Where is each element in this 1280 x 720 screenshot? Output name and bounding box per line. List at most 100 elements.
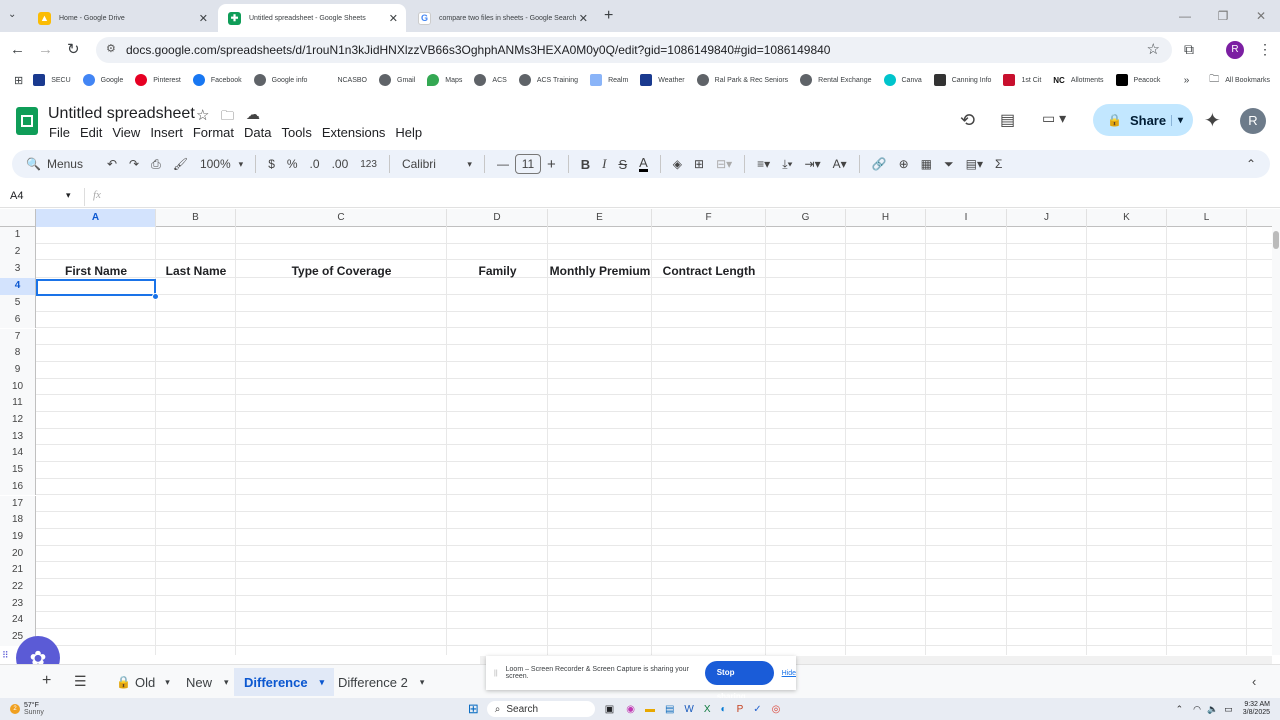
bookmark-star-icon[interactable]: ☆ bbox=[1147, 40, 1160, 58]
vertical-align-icon[interactable]: ⤓▾ bbox=[782, 157, 792, 172]
bookmark-weather[interactable]: Weather bbox=[640, 74, 685, 86]
font-select[interactable]: Calibri ▾ bbox=[402, 157, 472, 171]
text-wrap-icon[interactable]: ⇥▾ bbox=[805, 157, 821, 171]
edge-icon[interactable]: ◐ bbox=[721, 704, 727, 715]
sheet-tab-new[interactable]: New ▾ bbox=[176, 668, 239, 696]
horizontal-align-icon[interactable]: ≡▾ bbox=[757, 157, 770, 171]
bookmark-gmail[interactable]: Gmail bbox=[379, 74, 415, 86]
column-header-d[interactable]: D bbox=[447, 209, 548, 227]
header-cell-type-of-coverage[interactable]: Type of Coverage bbox=[236, 263, 447, 279]
weather-widget[interactable]: 2 57°F Sunny bbox=[10, 702, 44, 716]
window-close-icon[interactable]: ✕ bbox=[1242, 0, 1280, 32]
browser-tab-drive[interactable]: ▲ Home - Google Drive ✕ bbox=[28, 4, 216, 32]
chevron-down-icon[interactable]: ▾ bbox=[320, 677, 325, 688]
row-header[interactable]: 16 bbox=[0, 478, 36, 496]
grid-row[interactable]: 19 bbox=[0, 528, 1272, 546]
decrease-decimal-button[interactable]: .0 bbox=[310, 157, 320, 171]
volume-icon[interactable]: 🔈 bbox=[1207, 704, 1218, 715]
menu-view[interactable]: View bbox=[112, 125, 140, 140]
column-header-h[interactable]: H bbox=[846, 209, 926, 227]
version-history-icon[interactable]: ⟲ bbox=[960, 110, 975, 131]
cell-grid[interactable]: 1 2 3 4 5 6 7 8 9 10 11 12 13 14 15 16 17 18 19 20 21 22 23 24 2… bbox=[0, 227, 1272, 655]
row-header[interactable]: 10 bbox=[0, 378, 36, 396]
row-header[interactable]: 15 bbox=[0, 462, 36, 479]
column-header-l[interactable]: L bbox=[1167, 209, 1247, 227]
extensions-icon[interactable]: ⧉ bbox=[1184, 41, 1194, 58]
selected-cell-a4[interactable] bbox=[36, 279, 156, 296]
row-header[interactable]: 14 bbox=[0, 445, 36, 463]
bookmark-canva[interactable]: Canva bbox=[883, 74, 922, 86]
column-header-b[interactable]: B bbox=[156, 209, 236, 227]
number-format-button[interactable]: 123 bbox=[360, 159, 377, 170]
bookmark-facebook[interactable]: Facebook bbox=[192, 74, 242, 86]
column-header-k[interactable]: K bbox=[1087, 209, 1167, 227]
file-explorer-icon[interactable]: ▬ bbox=[645, 704, 655, 715]
sheet-tab-difference[interactable]: Difference ▾ bbox=[234, 668, 335, 696]
merge-cells-icon[interactable]: ⊟▾ bbox=[716, 157, 732, 171]
row-header[interactable]: 3 bbox=[0, 260, 36, 279]
percent-button[interactable]: % bbox=[287, 157, 298, 171]
drag-grip-icon[interactable]: || bbox=[494, 670, 498, 677]
forward-icon[interactable]: → bbox=[38, 42, 53, 58]
strikethrough-icon[interactable]: S bbox=[618, 157, 627, 172]
grid-row[interactable]: 7 bbox=[0, 328, 1272, 346]
menu-extensions[interactable]: Extensions bbox=[322, 125, 386, 140]
row-header[interactable]: 9 bbox=[0, 361, 36, 379]
collapse-toolbar-icon[interactable]: ⌃ bbox=[1246, 157, 1256, 171]
menu-data[interactable]: Data bbox=[244, 125, 271, 140]
text-color-icon[interactable]: A bbox=[639, 156, 648, 172]
header-cell-family[interactable]: Family bbox=[447, 263, 548, 279]
share-button[interactable]: 🔒 Share ▾ bbox=[1093, 104, 1193, 136]
row-header[interactable]: 22 bbox=[0, 579, 36, 596]
grid-row[interactable]: 9 bbox=[0, 361, 1272, 379]
chevron-down-icon[interactable]: ▾ bbox=[165, 677, 170, 688]
row-header[interactable]: 23 bbox=[0, 595, 36, 613]
grid-row[interactable]: 10 bbox=[0, 378, 1272, 396]
column-header-i[interactable]: I bbox=[926, 209, 1007, 227]
header-cell-first-name[interactable]: First Name bbox=[36, 263, 156, 279]
bookmark-pinterest[interactable]: Pinterest bbox=[135, 74, 181, 86]
browser-tab-search[interactable]: G compare two files in sheets - Google S… bbox=[408, 4, 596, 32]
close-icon[interactable]: ✕ bbox=[579, 12, 588, 25]
row-header[interactable]: 12 bbox=[0, 412, 36, 429]
functions-icon[interactable]: Σ bbox=[995, 157, 1002, 171]
task-view-icon[interactable]: ▣ bbox=[605, 704, 614, 715]
print-icon[interactable]: ⎙ bbox=[151, 157, 161, 172]
header-cell-contract-length[interactable]: Contract Length bbox=[652, 263, 766, 279]
copilot-icon[interactable]: ◉ bbox=[626, 704, 635, 715]
row-header[interactable]: 24 bbox=[0, 612, 36, 630]
filter-views-icon[interactable]: ▤▾ bbox=[966, 157, 983, 171]
star-icon[interactable]: ☆ bbox=[196, 106, 209, 124]
increase-decimal-button[interactable]: .00 bbox=[332, 157, 349, 171]
bookmark-canning-info[interactable]: Canning Info bbox=[933, 74, 991, 86]
select-all-corner[interactable] bbox=[0, 209, 36, 227]
insert-link-icon[interactable]: 🔗 bbox=[872, 157, 887, 171]
column-header-c[interactable]: C bbox=[236, 209, 447, 227]
all-sheets-icon[interactable]: ☰ bbox=[74, 673, 87, 690]
user-avatar[interactable]: R bbox=[1240, 108, 1266, 134]
row-header[interactable]: 2 bbox=[0, 243, 36, 261]
menu-help[interactable]: Help bbox=[395, 125, 422, 140]
powerpoint-icon[interactable]: P bbox=[737, 704, 744, 715]
grid-row[interactable]: 11 bbox=[0, 395, 1272, 412]
minimize-icon[interactable]: — bbox=[1166, 0, 1204, 32]
site-info-icon[interactable]: ⚙ bbox=[106, 42, 116, 55]
grid-row[interactable]: 1 bbox=[0, 227, 1272, 244]
row-header[interactable]: 6 bbox=[0, 311, 36, 329]
todo-icon[interactable]: ✓ bbox=[753, 704, 761, 715]
reload-icon[interactable]: ↻ bbox=[67, 42, 80, 58]
paint-format-icon[interactable]: 🖌 bbox=[173, 157, 188, 171]
name-box[interactable]: A4 bbox=[10, 190, 23, 202]
bookmark-allotments[interactable]: NC Allotments bbox=[1053, 76, 1103, 85]
close-icon[interactable]: ✕ bbox=[389, 12, 398, 25]
column-header-e[interactable]: E bbox=[548, 209, 652, 227]
vertical-scrollbar[interactable] bbox=[1272, 209, 1280, 655]
row-header[interactable]: 13 bbox=[0, 428, 36, 446]
grid-row[interactable]: 15 bbox=[0, 462, 1272, 479]
bookmark-ncasbo[interactable]: NCASBO bbox=[337, 77, 367, 84]
filter-icon[interactable]: ⏷ bbox=[944, 157, 954, 172]
grid-row[interactable]: 24 bbox=[0, 612, 1272, 630]
column-header-j[interactable]: J bbox=[1007, 209, 1087, 227]
grid-row[interactable]: 21 bbox=[0, 562, 1272, 579]
chrome-icon[interactable]: ◎ bbox=[772, 704, 781, 715]
